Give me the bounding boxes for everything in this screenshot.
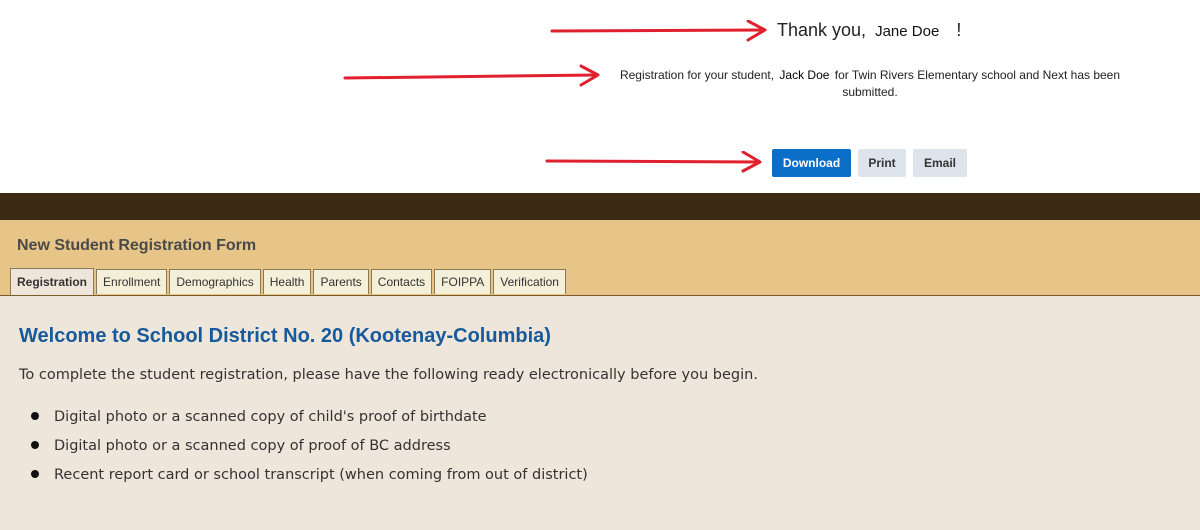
annotation-arrow-2 xyxy=(343,64,600,87)
email-button[interactable]: Email xyxy=(913,149,967,177)
page: Thank you, Jane Doe ! Registration for y… xyxy=(0,0,1200,530)
thank-you-message: Thank you, Jane Doe ! xyxy=(777,20,961,41)
list-item: Digital photo or a scanned copy of child… xyxy=(0,406,588,435)
tab-health[interactable]: Health xyxy=(262,269,312,294)
requirement-text: Digital photo or a scanned copy of child… xyxy=(54,409,487,425)
registration-prefix: Registration for your student, xyxy=(619,68,775,82)
annotation-arrow-3 xyxy=(545,151,762,173)
bullet-icon xyxy=(31,441,39,449)
thank-you-prefix: Thank you, xyxy=(777,20,867,40)
thank-you-suffix: ! xyxy=(956,20,962,40)
main-content: Welcome to School District No. 20 (Koote… xyxy=(0,296,1200,530)
annotation-arrow-1 xyxy=(550,20,767,42)
list-item: Recent report card or school transcript … xyxy=(0,464,588,493)
requirement-text: Recent report card or school transcript … xyxy=(54,467,588,483)
tab-foippa[interactable]: FOIPPA xyxy=(434,269,492,294)
form-header: New Student Registration Form Registrati… xyxy=(0,220,1200,296)
top-dark-band xyxy=(0,193,1200,220)
form-tabs: Registration Enrollment Demographics Hea… xyxy=(10,268,568,295)
list-item: Digital photo or a scanned copy of proof… xyxy=(0,435,588,464)
download-button[interactable]: Download xyxy=(772,149,851,177)
tab-contacts[interactable]: Contacts xyxy=(370,269,433,294)
requirements-list: Digital photo or a scanned copy of child… xyxy=(0,406,588,493)
student-name: Jack Doe xyxy=(779,68,830,82)
tab-registration[interactable]: Registration xyxy=(10,268,95,295)
tab-enrollment[interactable]: Enrollment xyxy=(96,269,168,294)
page-title: Welcome to School District No. 20 (Koote… xyxy=(19,325,551,347)
requirement-text: Digital photo or a scanned copy of proof… xyxy=(54,438,451,454)
bullet-icon xyxy=(31,412,39,420)
form-title: New Student Registration Form xyxy=(17,237,257,254)
registration-message: Registration for your student, Jack Doe … xyxy=(612,67,1128,101)
tab-demographics[interactable]: Demographics xyxy=(169,269,261,294)
print-button[interactable]: Print xyxy=(858,149,906,177)
intro-text: To complete the student registration, pl… xyxy=(19,367,758,383)
registration-suffix: for Twin Rivers Elementary school and Ne… xyxy=(834,68,1121,99)
tab-parents[interactable]: Parents xyxy=(313,269,369,294)
parent-name: Jane Doe xyxy=(875,23,940,40)
tab-verification[interactable]: Verification xyxy=(493,269,566,294)
confirmation-panel: Thank you, Jane Doe ! Registration for y… xyxy=(0,0,1200,193)
bullet-icon xyxy=(31,470,39,478)
